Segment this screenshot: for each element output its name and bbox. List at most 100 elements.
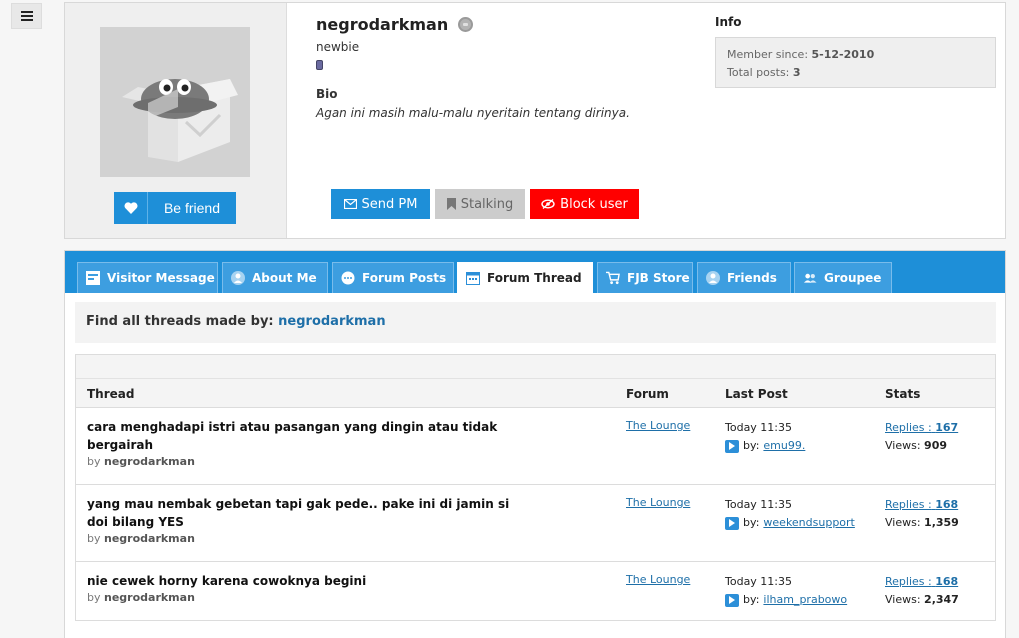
by-prefix: by [87,532,101,545]
views-count: 2,347 [924,593,959,606]
forum-link[interactable]: The Lounge [626,573,690,586]
header-thread: Thread [87,387,135,401]
last-post-user-link[interactable]: emu99. [763,437,805,455]
tab-groupee[interactable]: Groupee [794,262,892,293]
member-since-label: Member since: [727,48,809,61]
find-user-link[interactable]: negrodarkman [278,314,385,329]
tab-friends-label: Friends [727,271,777,285]
last-post-byline: by: ilham_prabowo [725,591,847,609]
last-by-prefix: by: [743,516,760,529]
views-count: 909 [924,439,948,452]
views: Views: 909 [885,437,958,455]
author-name[interactable]: negrodarkman [104,591,195,604]
tab-about-me-label: About Me [252,271,317,285]
thread-title-link[interactable]: cara menghadapi istri atau pasangan yang… [87,418,517,454]
tab-visitor-message-label: Visitor Message [107,271,215,285]
people-icon [803,271,817,285]
thread-author: by negrodarkman [87,532,195,545]
username-text: negrodarkman [316,15,449,34]
avatar [100,27,250,177]
thread-table: Thread Forum Last Post Stats cara mengha… [75,354,996,621]
table-header: Thread Forum Last Post Stats [76,379,995,408]
tab-visitor-message[interactable]: Visitor Message [77,262,218,293]
username: negrodarkman [316,15,474,34]
views-count: 1,359 [924,516,959,529]
be-friend-button[interactable]: Be friend [114,192,236,224]
last-post-time: Today 11:35 [725,575,793,588]
tab-forum-posts[interactable]: Forum Posts [332,262,454,293]
author-name[interactable]: negrodarkman [104,532,195,545]
by-prefix: by [87,591,101,604]
send-pm-label: Send PM [361,196,418,212]
last-post-byline: by: weekendsupport [725,514,855,532]
author-name[interactable]: negrodarkman [104,455,195,468]
last-post-byline: by: emu99. [725,437,805,455]
tab-forum-thread-label: Forum Thread [487,271,582,285]
table-toolbar [76,355,995,379]
send-pm-button[interactable]: Send PM [331,189,430,219]
thread-title-link[interactable]: yang mau nembak gebetan tapi gak pede.. … [87,495,517,531]
thread-stats: Replies : 167 Views: 909 [885,419,958,455]
go-to-post-arrow-icon[interactable] [725,593,739,607]
thread-stats: Replies : 168 Views: 1,359 [885,496,959,532]
tab-about-me[interactable]: About Me [222,262,328,293]
last-post-user-link[interactable]: ilham_prabowo [763,591,847,609]
bio-heading: Bio [316,87,338,101]
bookmark-icon [446,198,456,210]
person-icon [706,271,720,285]
total-posts: Total posts: 3 [727,64,984,82]
thread-author: by negrodarkman [87,591,195,604]
views-label: Views: [885,593,921,606]
last-post: Today 11:35 by: weekendsupport [725,496,855,532]
block-user-label: Block user [560,196,628,212]
table-row: yang mau nembak gebetan tapi gak pede.. … [76,485,995,562]
last-post-time: Today 11:35 [725,498,793,511]
user-rank: newbie [316,40,360,54]
last-by-prefix: by: [743,439,760,452]
header-stats: Stats [885,387,921,401]
tab-friends[interactable]: Friends [697,262,791,293]
find-label: Find all threads made by: [86,314,274,329]
go-to-post-arrow-icon[interactable] [725,516,739,530]
thread-title-link[interactable]: nie cewek horny karena cowoknya begini [87,572,517,590]
table-row: nie cewek horny karena cowoknya begini b… [76,562,995,621]
views: Views: 1,359 [885,514,959,532]
total-posts-value: 3 [792,66,801,79]
replies-label: Replies : [885,498,932,511]
cart-icon [606,271,620,285]
replies-link[interactable]: Replies : 168 [885,496,959,514]
member-since: Member since: 5-12-2010 [727,46,984,64]
forum-link[interactable]: The Lounge [626,419,690,432]
find-threads-box: Find all threads made by: negrodarkman [75,302,996,343]
header-last-post: Last Post [725,387,788,401]
envelope-icon [343,199,357,209]
replies-link[interactable]: Replies : 168 [885,573,959,591]
menu-button[interactable] [11,3,42,29]
forum-link[interactable]: The Lounge [626,496,690,509]
bio-text: Agan ini masih malu-malu nyeritain tenta… [316,106,630,120]
stalking-label: Stalking [460,196,514,212]
tab-bar: Visitor Message About Me Forum Posts For… [65,251,1005,293]
mascot-box-icon [122,79,238,162]
tab-fjb-store-label: FJB Store [627,271,690,285]
thread-stats: Replies : 168 Views: 2,347 [885,573,959,609]
stalking-button[interactable]: Stalking [435,189,525,219]
reputation-icon [316,60,323,70]
tab-forum-thread[interactable]: Forum Thread [457,262,593,293]
speech-bubble-icon [341,271,355,285]
go-to-post-arrow-icon[interactable] [725,439,739,453]
by-prefix: by [87,455,101,468]
hamburger-icon [20,11,33,21]
header-forum: Forum [626,387,669,401]
be-friend-label: Be friend [163,200,221,216]
offline-status-icon [458,17,474,32]
replies-label: Replies : [885,421,932,434]
tab-groupee-label: Groupee [824,271,882,285]
tab-fjb-store[interactable]: FJB Store [597,262,693,293]
block-user-button[interactable]: Block user [530,189,639,219]
last-post-user-link[interactable]: weekendsupport [763,514,854,532]
person-icon [231,271,245,285]
replies-link[interactable]: Replies : 167 [885,419,958,437]
last-post-time: Today 11:35 [725,421,793,434]
last-post: Today 11:35 by: ilham_prabowo [725,573,847,609]
